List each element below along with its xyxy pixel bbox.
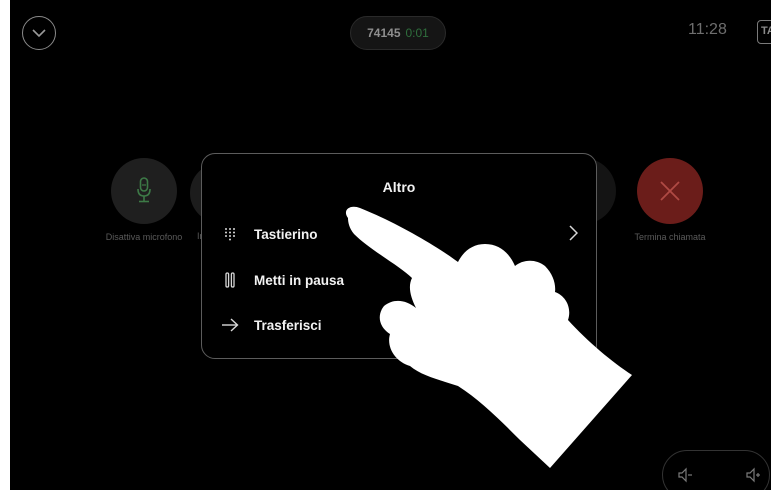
- menu-item-label: Tastierino: [254, 226, 318, 242]
- collapse-button[interactable]: [22, 16, 56, 50]
- menu-item-label: Metti in pausa: [254, 272, 345, 288]
- mute-microphone-control[interactable]: Disattiva microfono: [104, 158, 184, 243]
- pause-icon: [220, 270, 240, 290]
- volume-up-icon[interactable]: [745, 467, 761, 483]
- volume-control: [662, 450, 770, 490]
- close-icon: [660, 181, 680, 201]
- end-call-label: Termina chiamata: [634, 232, 706, 242]
- call-screen: 74145 0:01 11:28 TA Disattiva microfono …: [10, 0, 771, 490]
- call-info-pill[interactable]: 74145 0:01: [350, 16, 446, 50]
- call-number: 74145: [367, 26, 401, 40]
- chevron-down-icon: [32, 29, 46, 38]
- menu-item-hold[interactable]: Metti in pausa: [220, 265, 344, 295]
- end-call-control[interactable]: Termina chiamata: [628, 158, 712, 243]
- arrow-right-icon: [220, 315, 240, 335]
- mute-label: Disattiva microfono: [105, 232, 183, 242]
- volume-down-icon[interactable]: [677, 467, 693, 483]
- keypad-icon: [220, 224, 240, 244]
- self-view-badge[interactable]: TA: [757, 20, 771, 44]
- clock: 11:28: [688, 21, 727, 38]
- mute-button[interactable]: [111, 158, 177, 224]
- menu-title: Altro: [382, 179, 416, 195]
- menu-item-transfer[interactable]: Trasferisci: [220, 310, 322, 340]
- pointing-hand-icon: [345, 206, 632, 468]
- page-margin: [0, 490, 771, 502]
- call-timer: 0:01: [405, 26, 429, 40]
- menu-item-label: Trasferisci: [254, 317, 322, 333]
- end-call-button[interactable]: [637, 158, 703, 224]
- microphone-icon: [137, 177, 151, 203]
